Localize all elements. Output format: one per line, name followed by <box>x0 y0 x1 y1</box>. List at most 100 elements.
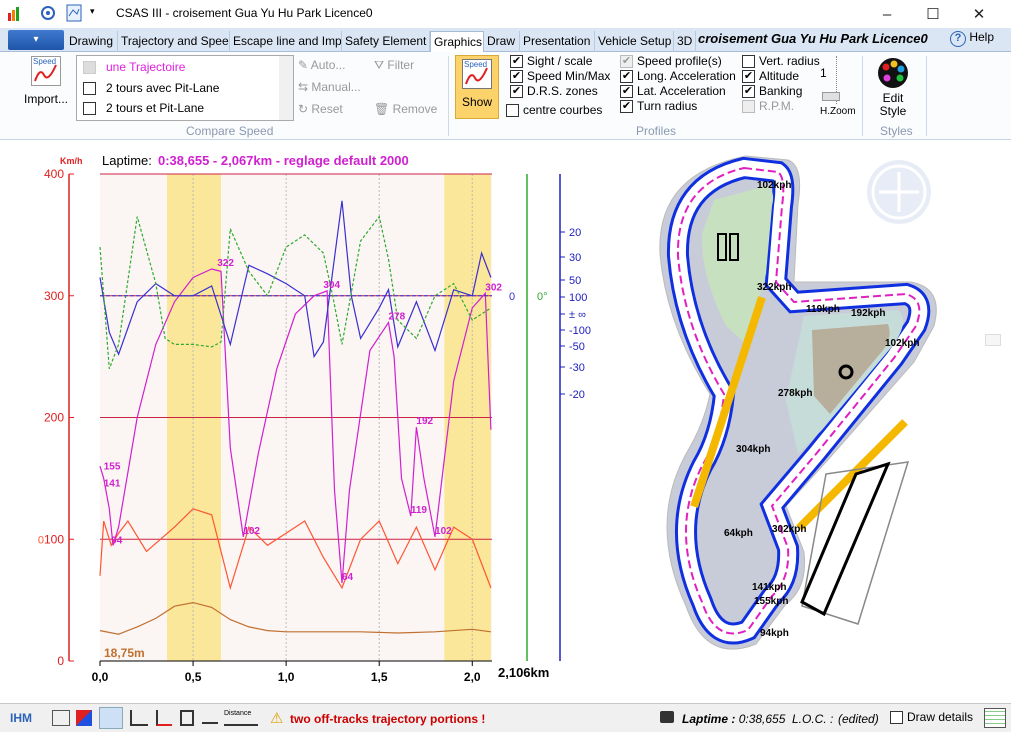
window-title: CSAS III - croisement Gua Yu Hu Park Lic… <box>116 6 373 20</box>
checkbox-box[interactable]: ✔ <box>510 54 523 68</box>
checkbox-box[interactable]: ✔ <box>742 84 755 98</box>
tool-icon[interactable] <box>52 710 70 726</box>
speed-data-label: 102 <box>435 526 452 537</box>
y-tick-label: 300 <box>44 289 64 303</box>
filter-button[interactable]: ⛛ Filter <box>374 58 414 73</box>
list-item[interactable]: 2 tours et Pit-Lane <box>83 101 204 115</box>
show-button[interactable]: Speed Show <box>455 55 499 119</box>
settings-icon[interactable] <box>40 5 56 24</box>
x-tick-label: 0,5 <box>185 670 202 684</box>
reset-button[interactable]: ↻ Reset <box>298 102 343 116</box>
quick-access-dropdown-icon[interactable]: ▾ <box>90 6 95 17</box>
chart-icon[interactable] <box>99 707 123 729</box>
checkbox-rpm[interactable]: R.P.M. <box>742 99 794 113</box>
tab-safety-element[interactable]: Safety Element <box>342 31 430 52</box>
cube-icon[interactable] <box>76 710 92 726</box>
blue-tick-label: 30 <box>569 252 581 264</box>
circuit-map-panel[interactable]: 102kph 322kph 119kph 192kph 102kph 278kph 304k… <box>626 144 1003 700</box>
edit-style-button[interactable]: Edit Style <box>868 56 918 118</box>
y-axis-label: Km/h <box>60 156 83 166</box>
tab-trajectory[interactable]: Trajectory and Spee <box>118 31 230 52</box>
speed-data-label: 302 <box>485 282 502 293</box>
speed-data-label: 322 <box>217 258 234 269</box>
list-scrollbar[interactable] <box>279 56 293 120</box>
list-checkbox[interactable] <box>83 81 96 95</box>
draw-details-checkbox[interactable]: Draw details <box>890 710 973 724</box>
tab-escape-line[interactable]: Escape line and Imp <box>230 31 342 52</box>
circuit-map[interactable]: 102kph 322kph 119kph 192kph 102kph 278kph 304k… <box>626 144 1003 700</box>
manual-button[interactable]: ⇆ Manual... <box>298 80 361 94</box>
x-tick-label: 1,5 <box>371 670 388 684</box>
checkbox-speed-profiles[interactable]: ✔ Speed profile(s) <box>620 54 722 68</box>
checkbox-box[interactable] <box>742 99 755 113</box>
checkbox-altitude[interactable]: ✔ Altitude <box>742 69 799 83</box>
checkbox-box[interactable] <box>890 710 903 724</box>
checkbox-box[interactable]: ✔ <box>742 69 755 83</box>
circuit-title: croisement Gua Yu Hu Park Licence0 <box>698 31 928 46</box>
speed-chart[interactable]: Laptime: 0:38,655 - 2,067km - reglage def… <box>4 144 618 700</box>
speed-chart-panel[interactable]: Laptime: 0:38,655 - 2,067km - reglage def… <box>4 144 618 700</box>
checkbox-centre-courbes[interactable]: centre courbes <box>506 103 602 117</box>
hzoom-slider[interactable] <box>822 56 844 104</box>
bars-icon[interactable] <box>130 710 148 726</box>
import-button[interactable]: Speed Import... <box>20 56 72 116</box>
maximize-icon: ☐ <box>926 6 940 23</box>
list-checkbox[interactable] <box>83 101 96 115</box>
checkbox-vert-radius[interactable]: Vert. radius <box>742 54 820 68</box>
minimize-icon: – <box>882 5 892 23</box>
grid-icon[interactable] <box>984 708 1006 728</box>
tab-presentation[interactable]: Presentation <box>520 31 595 52</box>
tab-graphics[interactable]: Graphics <box>430 31 484 53</box>
checkbox-box[interactable]: ✔ <box>620 84 633 98</box>
camera-icon[interactable] <box>660 711 674 723</box>
list-item[interactable]: une Trajectoire <box>83 60 185 74</box>
checkbox-banking[interactable]: ✔ Banking <box>742 84 802 98</box>
map-speed-label: 94kph <box>760 628 789 639</box>
auto-button[interactable]: ✎ Auto... <box>298 58 345 72</box>
list-item[interactable]: 2 tours avec Pit-Lane <box>83 81 219 95</box>
blue-tick-label: -30 <box>569 362 585 374</box>
checkbox-long-acceleration[interactable]: ✔ Long. Acceleration <box>620 69 736 83</box>
map-icon[interactable] <box>66 4 82 25</box>
map-speed-label: 304kph <box>736 444 770 455</box>
ruler-icon[interactable] <box>202 712 218 724</box>
file-menu-button[interactable]: ▾ <box>8 30 64 50</box>
hzoom-slider-thumb[interactable] <box>822 92 840 101</box>
tab-3d[interactable]: 3D <box>674 31 696 52</box>
checkbox-box[interactable]: ✔ <box>620 99 633 113</box>
checkbox-box[interactable]: ✔ <box>510 69 523 83</box>
map-scrollbar-handle[interactable] <box>985 334 1001 346</box>
close-button[interactable]: ✕ <box>956 0 1002 28</box>
list-checkbox[interactable] <box>83 60 96 74</box>
checkbox-turn-radius[interactable]: ✔ Turn radius <box>620 99 697 113</box>
tab-vehicle-setup[interactable]: Vehicle Setup <box>595 31 674 52</box>
checkbox-box[interactable]: ✔ <box>620 54 633 68</box>
remove-button[interactable]: 🗑 Remove <box>374 102 437 116</box>
styles-group-label: Styles <box>880 124 913 138</box>
frame-icon[interactable] <box>180 710 194 726</box>
help-button[interactable]: ? Help <box>950 30 994 47</box>
compare-list[interactable]: une Trajectoire 2 tours avec Pit-Lane 2 … <box>76 55 294 121</box>
checkbox-box[interactable] <box>506 103 519 117</box>
graph-icon[interactable] <box>156 710 172 726</box>
blue-tick-label: -100 <box>569 325 591 337</box>
maximize-button[interactable]: ☐ <box>910 0 956 28</box>
checkbox-drs-zones[interactable]: ✔ D.R.S. zones <box>510 84 598 98</box>
checkbox-speed-minmax[interactable]: ✔ Speed Min/Max <box>510 69 610 83</box>
blue-tick-label: 50 <box>569 275 581 287</box>
checkbox-lat-acceleration[interactable]: ✔ Lat. Acceleration <box>620 84 726 98</box>
speed-data-label: 278 <box>389 312 406 323</box>
distance-icon[interactable]: Distance <box>224 710 258 726</box>
minimize-button[interactable]: – <box>864 0 910 28</box>
tab-drawing[interactable]: Drawing <box>66 31 118 52</box>
y-tick-label: 200 <box>44 411 64 425</box>
app-logo-icon <box>8 5 22 21</box>
checkbox-box[interactable] <box>742 54 755 68</box>
tab-draw[interactable]: Draw <box>484 31 520 52</box>
checkbox-box[interactable]: ✔ <box>620 69 633 83</box>
checkbox-sight-scale[interactable]: ✔ Sight / scale <box>510 54 592 68</box>
speed-data-label: 304 <box>323 280 340 291</box>
compare-speed-group-label: Compare Speed <box>186 124 274 138</box>
ihm-label[interactable]: IHM <box>10 711 32 725</box>
checkbox-box[interactable]: ✔ <box>510 84 523 98</box>
